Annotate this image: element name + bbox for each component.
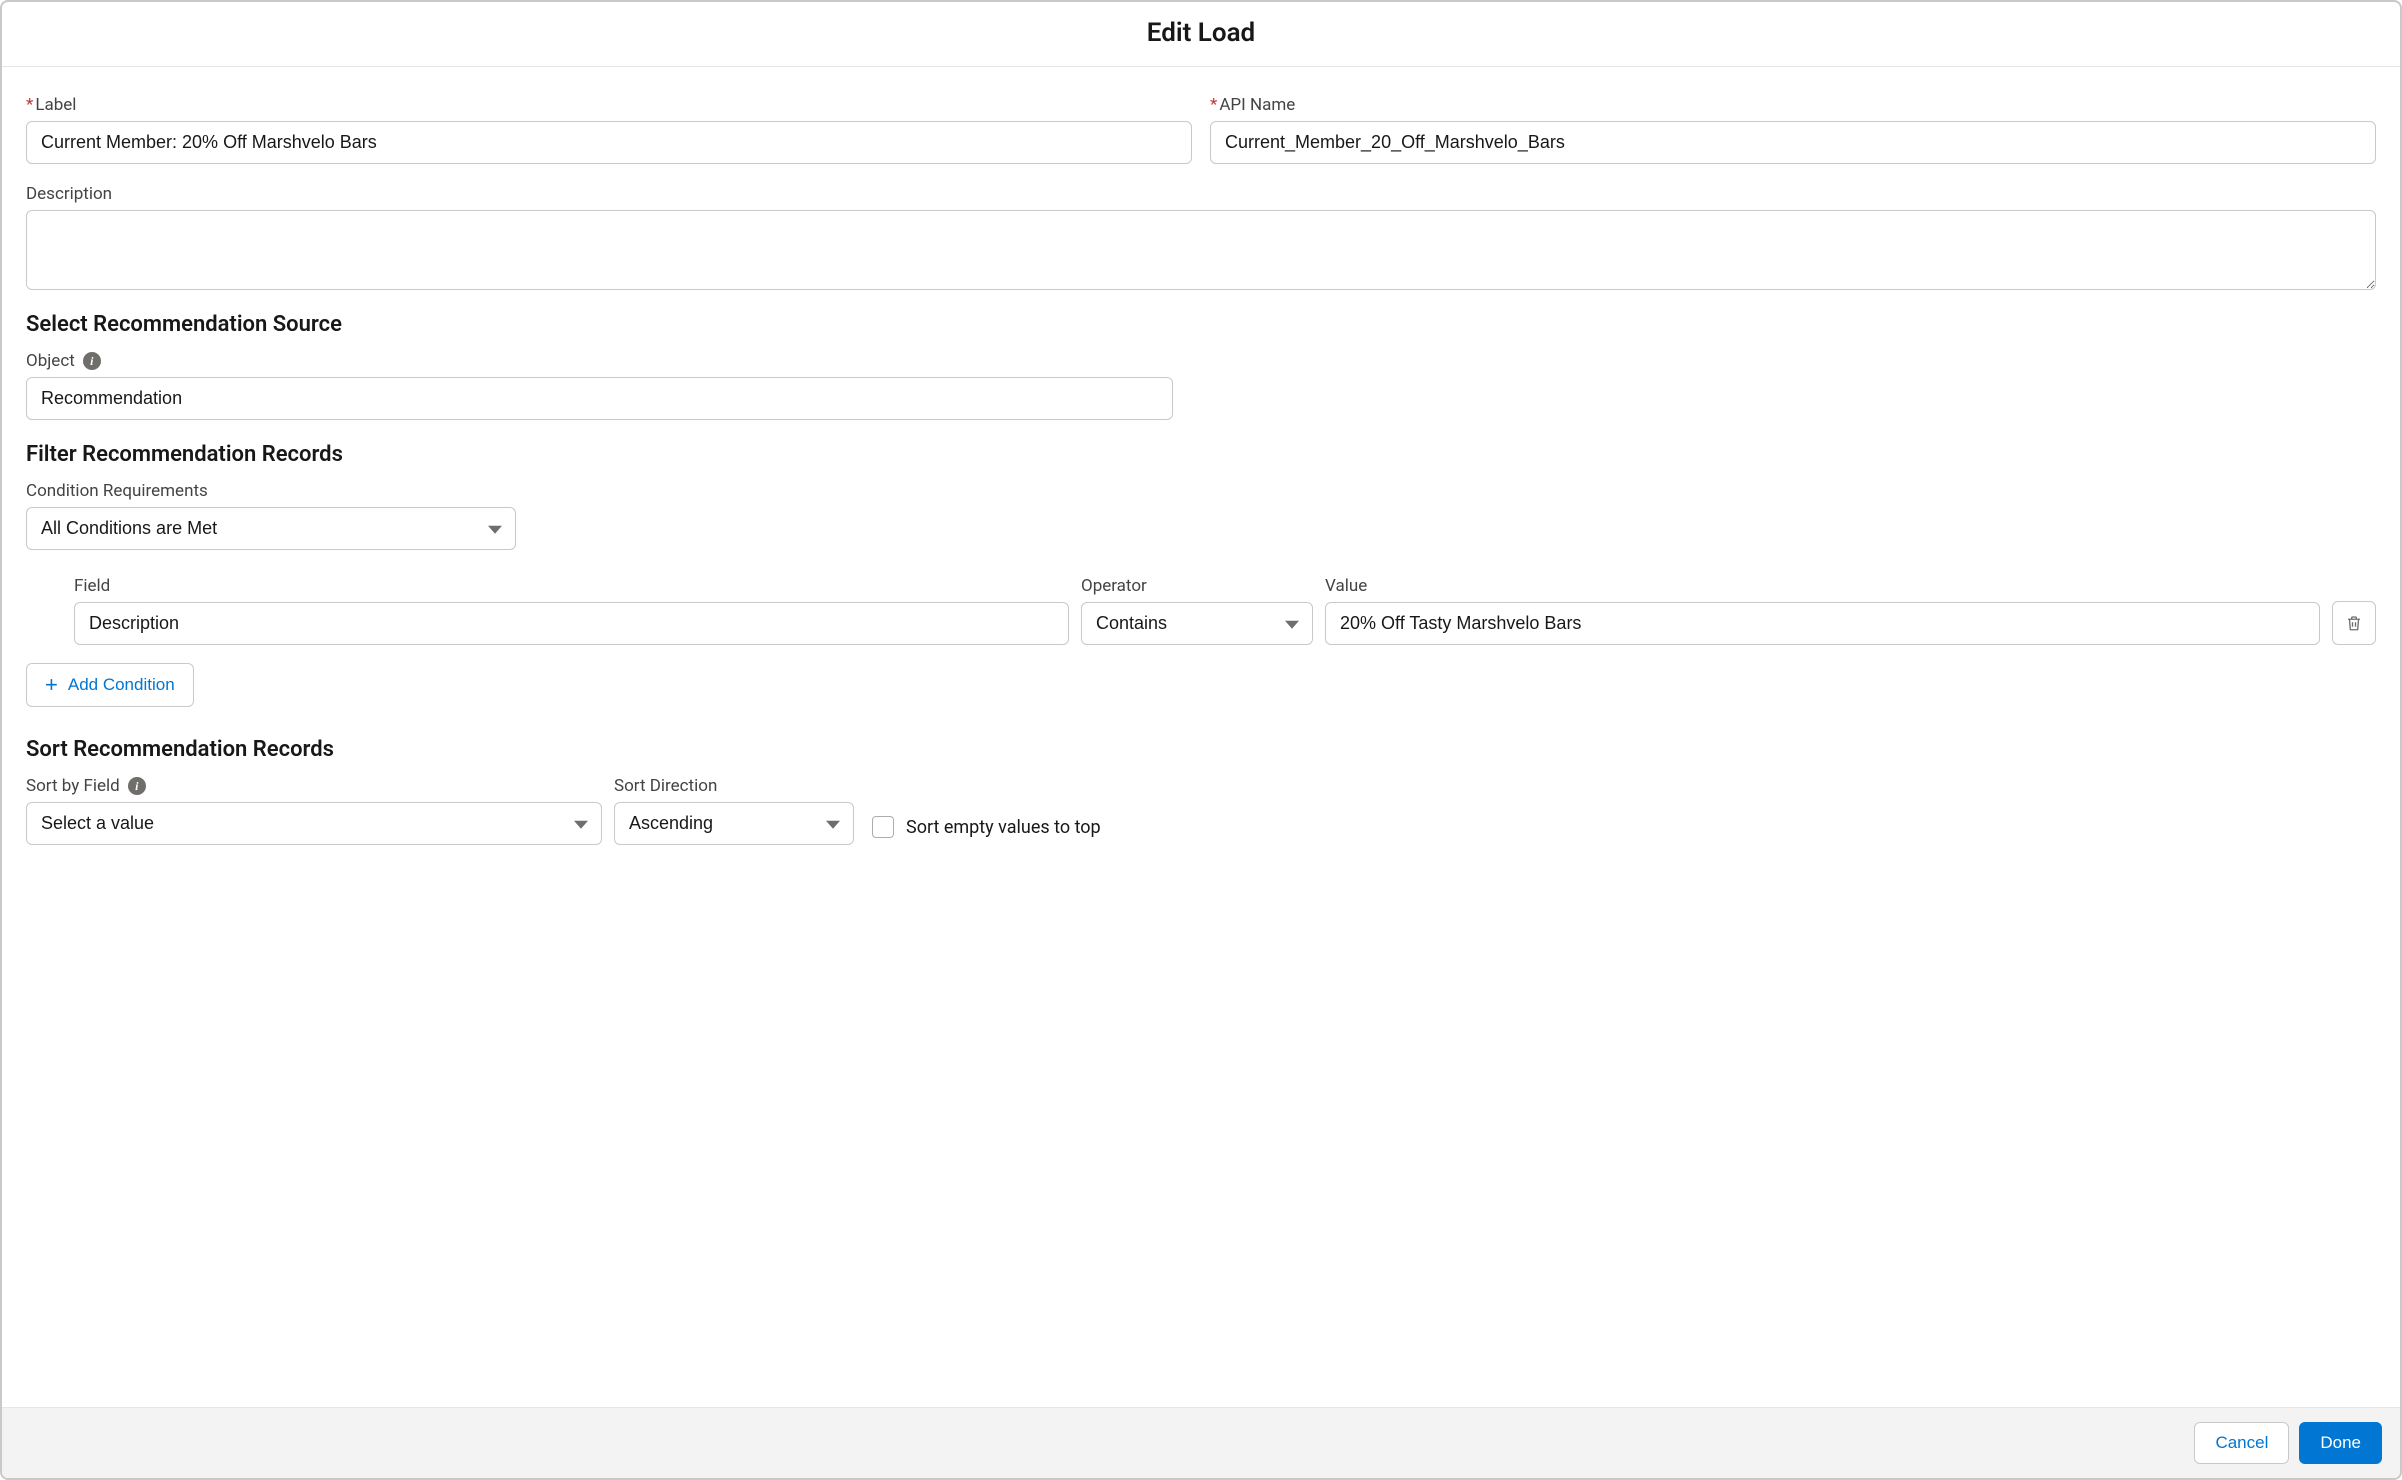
plus-icon: +	[45, 674, 58, 696]
modal-header: Edit Load	[2, 2, 2400, 67]
add-condition-button[interactable]: + Add Condition	[26, 663, 194, 707]
done-button[interactable]: Done	[2299, 1422, 2382, 1464]
modal-footer: Cancel Done	[2, 1407, 2400, 1478]
condition-row: Field Operator Value	[74, 576, 2376, 645]
condition-value-input[interactable]	[1325, 602, 2320, 645]
condition-value-label: Value	[1325, 576, 2320, 596]
object-input[interactable]	[26, 377, 1173, 420]
cancel-button[interactable]: Cancel	[2194, 1422, 2289, 1464]
label-input[interactable]	[26, 121, 1192, 164]
sort-by-field-select[interactable]	[26, 802, 602, 845]
section-filter-heading: Filter Recommendation Records	[26, 442, 2376, 467]
sort-empty-checkbox[interactable]	[872, 816, 894, 838]
section-sort-heading: Sort Recommendation Records	[26, 737, 2376, 762]
condition-requirements-value[interactable]	[26, 507, 516, 550]
condition-field-label: Field	[74, 576, 1069, 596]
sort-direction-label: Sort Direction	[614, 776, 854, 796]
add-condition-label: Add Condition	[68, 675, 175, 695]
condition-field-input[interactable]	[74, 602, 1069, 645]
section-source-heading: Select Recommendation Source	[26, 312, 2376, 337]
api-name-label: API Name	[1210, 95, 2376, 115]
info-icon[interactable]: i	[128, 777, 146, 795]
info-icon[interactable]: i	[83, 352, 101, 370]
edit-load-modal: Edit Load Label API Name Description Sel…	[0, 0, 2402, 1480]
sort-by-field-label: Sort by Field	[26, 776, 120, 796]
description-label: Description	[26, 184, 2376, 204]
sort-direction-select[interactable]	[614, 802, 854, 845]
condition-operator-value[interactable]	[1081, 602, 1313, 645]
condition-requirements-label: Condition Requirements	[26, 481, 516, 501]
sort-by-field-value[interactable]	[26, 802, 602, 845]
modal-title: Edit Load	[2, 18, 2400, 48]
object-label: Object	[26, 351, 75, 371]
sort-direction-value[interactable]	[614, 802, 854, 845]
condition-requirements-select[interactable]	[26, 507, 516, 550]
label-field-label: Label	[26, 95, 1192, 115]
delete-condition-button[interactable]	[2332, 601, 2376, 645]
api-name-input[interactable]	[1210, 121, 2376, 164]
sort-empty-label: Sort empty values to top	[906, 817, 1101, 838]
description-textarea[interactable]	[26, 210, 2376, 290]
modal-body: Label API Name Description Select Recomm…	[2, 67, 2400, 1407]
condition-operator-label: Operator	[1081, 576, 1313, 596]
trash-icon	[2345, 614, 2363, 632]
condition-operator-select[interactable]	[1081, 602, 1313, 645]
